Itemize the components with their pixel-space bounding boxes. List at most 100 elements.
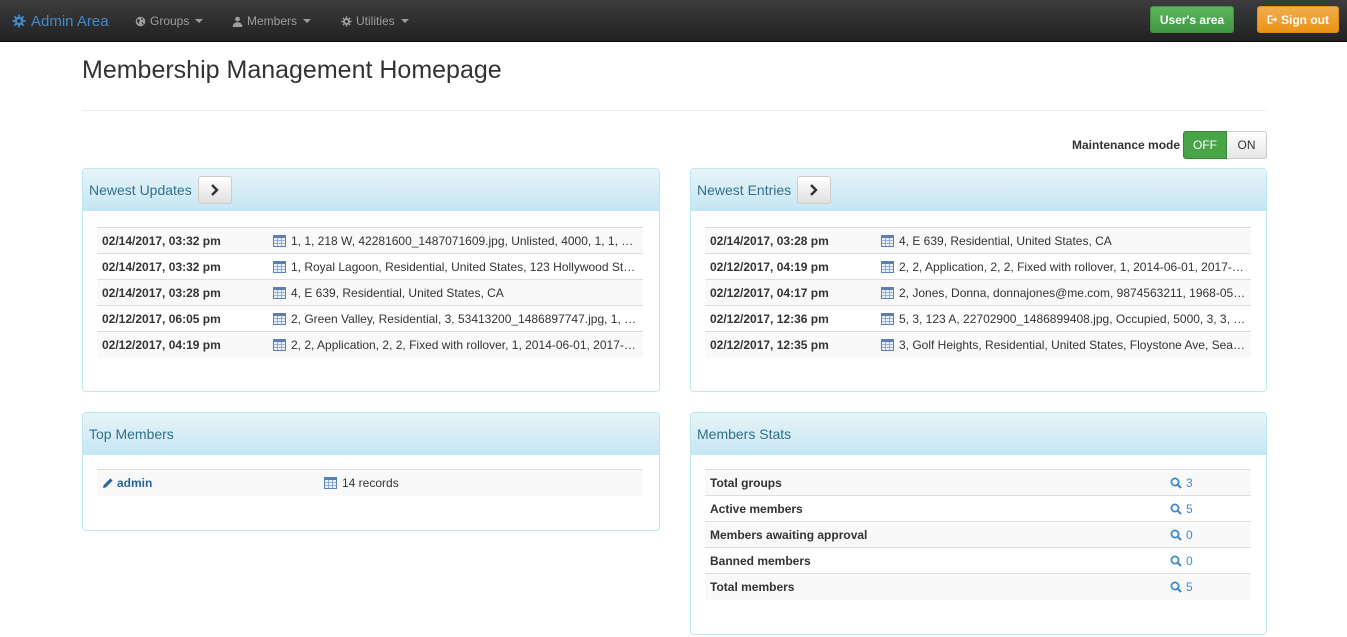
- table-icon: [881, 338, 894, 351]
- stat-value: 0: [1186, 553, 1193, 568]
- row-record: 3, Golf Heights, Residential, United Sta…: [876, 331, 1251, 358]
- search-icon: [1170, 581, 1182, 593]
- chevron-down-icon: [400, 19, 409, 23]
- member-cell: admin: [97, 469, 319, 496]
- search-icon: [1170, 503, 1182, 515]
- stat-value-cell: 0: [1165, 521, 1251, 548]
- stat-value-link[interactable]: 5: [1170, 502, 1193, 516]
- member-link[interactable]: admin: [117, 476, 152, 490]
- row-timestamp: 02/12/2017, 04:19 pm: [705, 253, 876, 280]
- row-record: 2, 2, Application, 2, 2, Fixed with roll…: [876, 253, 1251, 280]
- row-timestamp: 02/12/2017, 06:05 pm: [97, 305, 268, 332]
- nav-utilities-label: Utilities: [356, 14, 395, 28]
- newest-updates-go-button[interactable]: [197, 175, 232, 204]
- table-row[interactable]: 02/14/2017, 03:32 pm 1, 1, 218 W, 422816…: [97, 227, 643, 254]
- stat-value: 5: [1186, 501, 1193, 516]
- panel-title: Members Stats: [697, 425, 792, 442]
- page-title: Membership Management Homepage: [82, 56, 502, 84]
- stat-value: 0: [1186, 527, 1193, 542]
- sign-out-label: Sign out: [1281, 12, 1329, 27]
- row-record: 1, Royal Lagoon, Residential, United Sta…: [268, 253, 643, 280]
- stat-label: Total groups: [705, 469, 1165, 496]
- header-divider: [82, 110, 1267, 111]
- panel-heading: Newest Updates: [83, 169, 659, 211]
- stat-label: Banned members: [705, 547, 1165, 574]
- record-summary: 1, Royal Lagoon, Residential, United Sta…: [291, 259, 643, 274]
- panel-title: Newest Updates: [89, 181, 192, 198]
- record-summary: 5, 3, 123 A, 22702900_1486899408.jpg, Oc…: [899, 311, 1251, 326]
- brand-label: Admin Area: [31, 12, 109, 30]
- table-row[interactable]: 02/12/2017, 04:19 pm 2, 2, Application, …: [97, 331, 643, 358]
- panel-heading: Top Members: [83, 413, 659, 455]
- stat-value-link[interactable]: 0: [1170, 554, 1193, 568]
- nav-members-label: Members: [247, 14, 298, 28]
- maintenance-off-button[interactable]: OFF: [1183, 131, 1227, 159]
- log-out-icon: [1267, 15, 1278, 24]
- table-row: admin 14 records: [97, 469, 643, 496]
- table-row: Total groups 3: [705, 469, 1251, 496]
- table-icon: [273, 234, 286, 247]
- table-row[interactable]: 02/14/2017, 03:28 pm 4, E 639, Residenti…: [705, 227, 1251, 254]
- brand-link[interactable]: Admin Area: [12, 0, 109, 42]
- maintenance-on-button[interactable]: ON: [1227, 131, 1267, 159]
- panel-title: Newest Entries: [697, 181, 792, 198]
- table-row[interactable]: 02/12/2017, 06:05 pm 2, Green Valley, Re…: [97, 305, 643, 332]
- table-icon: [881, 286, 894, 299]
- table-row[interactable]: 02/14/2017, 03:32 pm 1, Royal Lagoon, Re…: [97, 253, 643, 280]
- row-timestamp: 02/14/2017, 03:32 pm: [97, 253, 268, 280]
- panel-title: Top Members: [89, 425, 174, 442]
- record-summary: 2, 2, Application, 2, 2, Fixed with roll…: [291, 337, 643, 352]
- record-summary: 3, Golf Heights, Residential, United Sta…: [899, 337, 1249, 352]
- row-record: 4, E 639, Residential, United States, CA: [268, 279, 643, 306]
- row-timestamp: 02/14/2017, 03:28 pm: [705, 227, 876, 254]
- chevron-right-icon: [210, 183, 219, 196]
- nav-groups-label: Groups: [150, 14, 190, 28]
- stat-value-link[interactable]: 5: [1170, 580, 1193, 594]
- stat-label: Total members: [705, 573, 1165, 600]
- panel-heading: Newest Entries: [691, 169, 1266, 211]
- stat-value-cell: 5: [1165, 495, 1251, 522]
- record-summary: 2, Green Valley, Residential, 3, 5341320…: [291, 311, 643, 326]
- table-row[interactable]: 02/12/2017, 04:17 pm 2, Jones, Donna, do…: [705, 279, 1251, 306]
- table-icon: [273, 286, 286, 299]
- table-icon: [324, 476, 337, 489]
- table-row[interactable]: 02/12/2017, 12:35 pm 3, Golf Heights, Re…: [705, 331, 1251, 358]
- newest-entries-table: 02/14/2017, 03:28 pm 4, E 639, Residenti…: [705, 227, 1251, 358]
- globe-icon: [135, 16, 146, 26]
- row-record: 2, Green Valley, Residential, 3, 5341320…: [268, 305, 643, 332]
- table-row: Members awaiting approval 0: [705, 521, 1251, 548]
- row-record: 2, 2, Application, 2, 2, Fixed with roll…: [268, 331, 643, 358]
- table-row[interactable]: 02/14/2017, 03:28 pm 4, E 639, Residenti…: [97, 279, 643, 306]
- row-timestamp: 02/14/2017, 03:32 pm: [97, 227, 268, 254]
- stat-value-link[interactable]: 0: [1170, 528, 1193, 542]
- records-count: 14 records: [342, 475, 399, 490]
- row-timestamp: 02/12/2017, 12:36 pm: [705, 305, 876, 332]
- stat-value: 5: [1186, 579, 1193, 594]
- members-stats-table: Total groups 3 Active members 5 Members …: [705, 469, 1251, 600]
- row-record: 4, E 639, Residential, United States, CA: [876, 227, 1251, 254]
- users-area-button[interactable]: User's area: [1150, 6, 1234, 33]
- stat-value: 3: [1186, 475, 1193, 490]
- table-row: Active members 5: [705, 495, 1251, 522]
- panel-heading: Members Stats: [691, 413, 1266, 455]
- sign-out-button[interactable]: Sign out: [1257, 6, 1339, 33]
- table-icon: [881, 312, 894, 325]
- row-timestamp: 02/12/2017, 04:17 pm: [705, 279, 876, 306]
- table-icon: [273, 338, 286, 351]
- table-row[interactable]: 02/12/2017, 12:36 pm 5, 3, 123 A, 227029…: [705, 305, 1251, 332]
- row-record: 5, 3, 123 A, 22702900_1486899408.jpg, Oc…: [876, 305, 1251, 332]
- record-summary: 2, 2, Application, 2, 2, Fixed with roll…: [899, 259, 1251, 274]
- top-members-panel: Top Members admin 14 records: [82, 412, 660, 531]
- table-row: Banned members 0: [705, 547, 1251, 574]
- top-members-table: admin 14 records: [97, 469, 643, 496]
- search-icon: [1170, 529, 1182, 541]
- stat-label: Active members: [705, 495, 1165, 522]
- nav-utilities-dropdown[interactable]: Utilities: [341, 0, 409, 42]
- user-icon: [232, 16, 243, 27]
- table-icon: [881, 260, 894, 273]
- stat-value-link[interactable]: 3: [1170, 476, 1193, 490]
- table-row[interactable]: 02/12/2017, 04:19 pm 2, 2, Application, …: [705, 253, 1251, 280]
- nav-members-dropdown[interactable]: Members: [232, 0, 312, 42]
- nav-groups-dropdown[interactable]: Groups: [135, 0, 204, 42]
- newest-entries-go-button[interactable]: [797, 175, 832, 204]
